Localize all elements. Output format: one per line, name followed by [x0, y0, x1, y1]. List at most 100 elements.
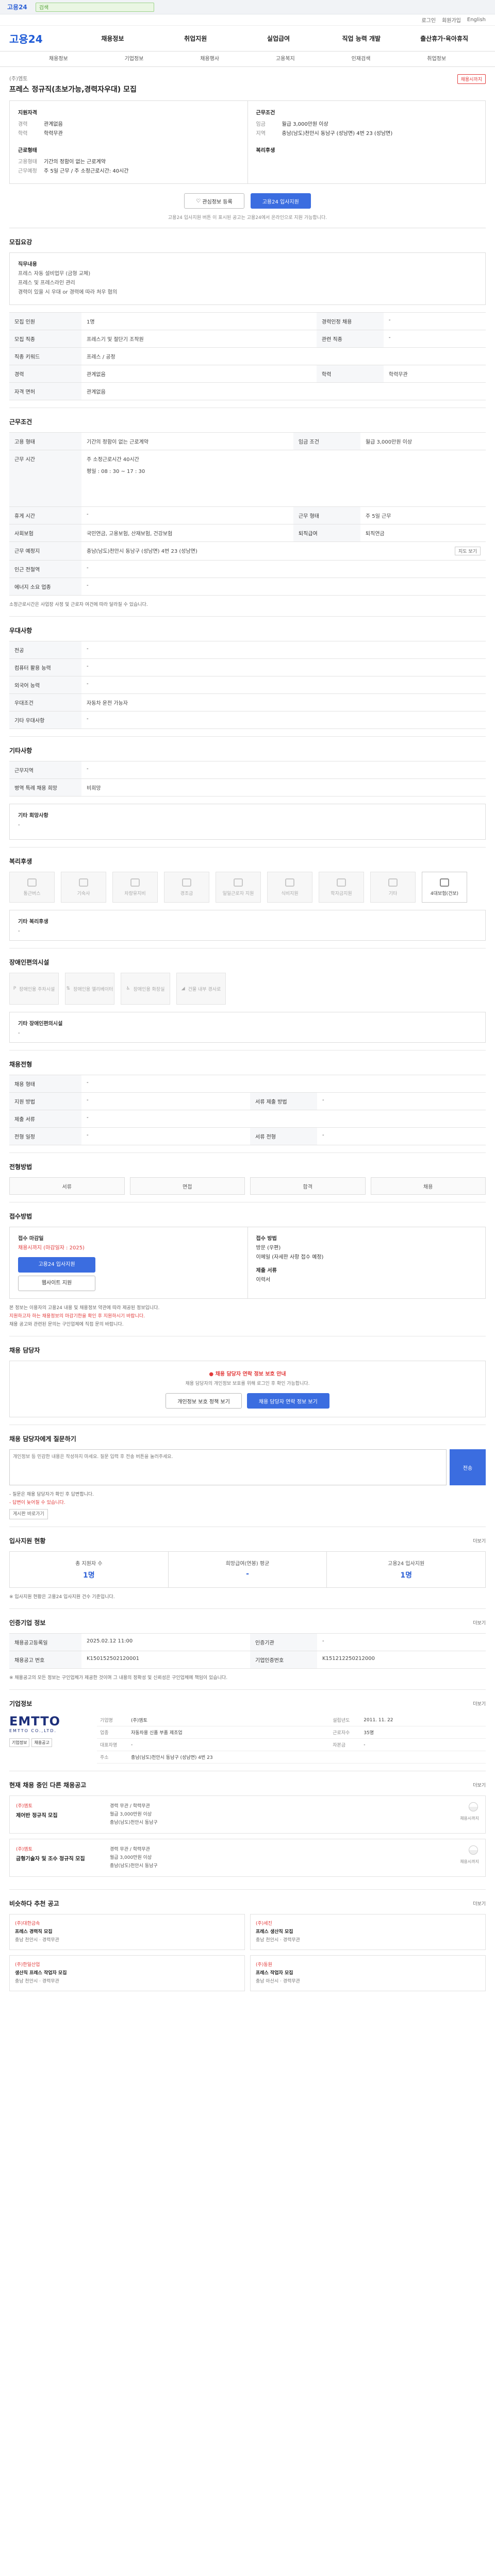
table-value: 퇴직연금 — [360, 524, 486, 542]
apply-website-button[interactable]: 웹사이트 지원 — [18, 1276, 95, 1291]
company-name[interactable]: (주)엠토 — [9, 74, 486, 82]
stats-note: ※ 입사지원 현황은 고용24 입사지원 건수 기준입니다. — [9, 1595, 115, 1600]
welfare-grid: 통근버스 기숙사 차량유지비 경조금 일일근로자 지원 식비지원 학자금지원 기… — [9, 872, 486, 903]
table-value: (주)엠토 — [128, 1714, 330, 1726]
subnav-item[interactable]: 기업정보 — [96, 52, 172, 66]
table-value: 국민연금, 고용보험, 산재보험, 건강보험 — [81, 524, 293, 542]
section-title: 비슷하다 추천 공고 — [9, 1900, 59, 1907]
company-jobs-button[interactable]: 채용공고 — [31, 1738, 52, 1747]
table-row: 전공 - — [9, 641, 486, 659]
apply-button[interactable]: 고용24 입사지원 — [250, 193, 311, 209]
section-title: 모집요강 — [9, 239, 32, 246]
similar-job-item[interactable]: (주)동원 프레스 작업자 모집 충남 아산시 · 경력무관 — [250, 1955, 486, 1991]
inquiry-send-button[interactable]: 전송 — [450, 1449, 486, 1485]
more-link[interactable]: 더보기 — [473, 1700, 486, 1707]
job-item-meta: 충남(남도)천안시 동남구 — [110, 1820, 158, 1825]
job-list-item[interactable]: (주)엠토 금형기술자 및 조수 정규직 모집 경력 무관 / 학력무관 월급 3,… — [9, 1839, 486, 1877]
section-title: 현재 채용 중인 다른 채용공고 — [9, 1782, 87, 1789]
more-link[interactable]: 더보기 — [473, 1537, 486, 1544]
welfare-label: 통근버스 — [23, 891, 41, 896]
subnav-item[interactable]: 채용정보 — [21, 52, 96, 66]
table-key: 인근 전철역 — [9, 560, 81, 578]
work-table: 고용 형태 기간의 정함이 없는 근로계약 임금 조건 월급 3,000만원 이상 근… — [9, 432, 486, 596]
table-value: - — [317, 1127, 486, 1145]
job-list-item[interactable]: (주)엠토 제어반 정규직 모집 경력 무관 / 학력무관 월급 3,000만원 이… — [9, 1795, 486, 1834]
subnav-item[interactable]: 고용복지 — [248, 52, 323, 66]
similar-job-item[interactable]: (주)세진 프레스 생산직 모집 충남 천안시 · 경력무관 — [250, 1914, 486, 1950]
section-title: 근무조건 — [9, 418, 32, 426]
site-logo[interactable]: 고용24 — [9, 31, 71, 46]
summary-key: 근무예정 — [18, 168, 37, 174]
summary-heading: 복리후생 — [256, 148, 275, 154]
section-welfare: 복리후생 통근버스 기숙사 차량유지비 경조금 일일근로자 지원 식비지원 학자… — [9, 848, 486, 948]
top-logo[interactable]: 고용24 — [7, 3, 27, 11]
signup-link[interactable]: 회원가입 — [442, 16, 461, 24]
table-key: 근무 시간 — [9, 450, 81, 507]
table-row: 모집 직종 프레스기 및 절단기 조작원 관련 직종 - — [9, 330, 486, 348]
apply-online-button[interactable]: 고용24 입사지원 — [18, 1257, 95, 1273]
facility-item: P 장애인용 주차시설 — [9, 973, 59, 1005]
table-key: 관련 직종 — [316, 330, 384, 348]
gnb-menu-item[interactable]: 채용정보 — [71, 34, 154, 43]
table-key: 설립년도 — [329, 1714, 361, 1726]
job-item-title[interactable]: 금형기술자 및 조수 정규직 모집 — [16, 1854, 104, 1862]
job-item-title[interactable]: 생산직 프레스 작업자 모집 — [15, 1969, 239, 1977]
more-link[interactable]: 더보기 — [473, 1782, 486, 1788]
job-item-title[interactable]: 제어반 정규직 모집 — [16, 1811, 104, 1819]
job-item-company: (주)엠토 — [16, 1847, 32, 1852]
scrap-button[interactable]: ♡ 관심정보 등록 — [184, 193, 244, 209]
similar-job-item[interactable]: (주)한일산업 생산직 프레스 작업자 모집 충남 천안시 · 경력무관 — [9, 1955, 245, 1991]
job-item-title[interactable]: 프레스 작업자 모집 — [256, 1969, 480, 1977]
box-line: - — [18, 928, 20, 934]
gnb-menu-item[interactable]: 실업급여 — [237, 34, 320, 43]
map-button[interactable]: 지도 보기 — [455, 547, 481, 555]
more-link[interactable]: 더보기 — [473, 1619, 486, 1626]
welfare-item-active: 4대보험(건보) — [422, 872, 467, 903]
welfare-item: 일일근로자 지원 — [216, 872, 261, 903]
board-link-button[interactable]: 게시판 바로가기 — [9, 1509, 48, 1519]
job-item-company: (주)엠토 — [16, 1804, 32, 1809]
hours-value: 주 소정근로시간 40시간 — [87, 457, 139, 463]
table-row: 채용공고 번호 K150152502120001 기업인증번호 K1512122502… — [9, 1651, 486, 1669]
gnb-menu-item[interactable]: 취업지원 — [154, 34, 237, 43]
table-key: 임금 조건 — [293, 432, 360, 450]
table-value: - — [81, 1092, 250, 1110]
box-heading: 기타 회망사항 — [18, 813, 48, 819]
table-row: 대표자명 - 자본금 - — [97, 1738, 486, 1751]
subnav-item[interactable]: 채용행사 — [172, 52, 248, 66]
job-item-meta: 경력 무관 / 학력무관 — [110, 1804, 150, 1809]
search-input[interactable]: 검색 — [35, 2, 154, 12]
job-item-title[interactable]: 프레스 경력직 모집 — [15, 1928, 239, 1936]
table-value: 관계없음 — [81, 382, 486, 400]
similar-job-item[interactable]: (주)대한금속 프레스 경력직 모집 충남 천안시 · 경력무관 — [9, 1914, 245, 1950]
parking-icon: P — [13, 986, 16, 991]
address-value: 충남(남도)천안시 동남구 (성남면) 4번 23 (성남면) — [87, 549, 197, 554]
job-title: 프레스 정규직(초보가능,경력자우대) 모집 — [9, 86, 137, 94]
table-row: 에너지 소요 업종 - — [9, 578, 486, 596]
view-contact-button[interactable]: 채용 담당자 연락 정보 보기 — [246, 1393, 329, 1409]
table-value: 비희망 — [81, 778, 486, 796]
table-key: 채용 형태 — [9, 1075, 81, 1093]
privacy-policy-button[interactable]: 개인정보 보호 정책 보기 — [166, 1393, 242, 1409]
gnb-menu-item[interactable]: 출산휴가·육아휴직 — [403, 34, 486, 43]
note-line: 채용 공고와 관련된 문의는 구인업체에 직접 문의 바랍니다. — [9, 1322, 124, 1327]
section-title: 채용 담당자 — [9, 1347, 40, 1354]
company-info-button[interactable]: 기업정보 — [9, 1738, 30, 1747]
apply-head: 접수 방법 — [256, 1236, 277, 1242]
welfare-label: 식비지원 — [281, 891, 299, 896]
gnb-menu-item[interactable]: 직업 능력 개발 — [320, 34, 403, 43]
table-value: - — [81, 641, 486, 659]
sub-nav: 채용정보 기업정보 채용행사 고용복지 인재검색 취업정보 — [0, 52, 495, 67]
login-link[interactable]: 로그인 — [421, 16, 436, 24]
flag-icon — [469, 1845, 478, 1855]
inquiry-input[interactable] — [9, 1449, 447, 1485]
subnav-item[interactable]: 취업정보 — [399, 52, 474, 66]
box-heading: 기타 복리후생 — [18, 919, 48, 925]
language-link[interactable]: English — [467, 17, 486, 23]
bed-icon — [79, 878, 88, 887]
subnav-item[interactable]: 인재검색 — [323, 52, 399, 66]
section-etc: 기타사항 근무지역 - 병역 특례 채용 희망 비희망 기타 회망사항 - — [9, 737, 486, 848]
job-item-title[interactable]: 프레스 생산직 모집 — [256, 1928, 480, 1936]
table-key: 학력 — [316, 365, 384, 383]
more-link[interactable]: 더보기 — [473, 1900, 486, 1907]
